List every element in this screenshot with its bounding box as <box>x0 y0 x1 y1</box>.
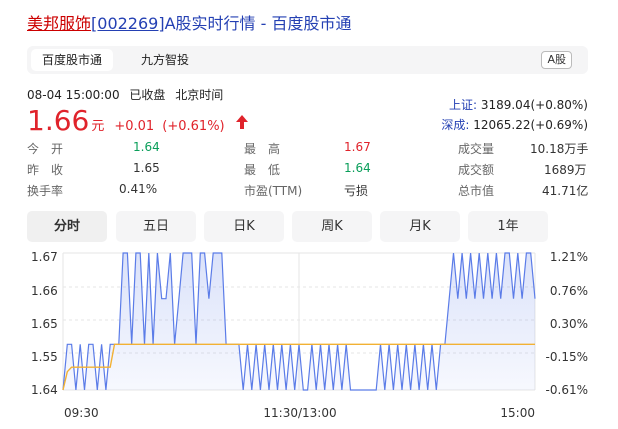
range-tab-1year[interactable]: 1年 <box>468 211 548 242</box>
current-price: 1.66 <box>27 104 90 137</box>
stat-market-cap: 总市值 41.71亿 <box>458 184 589 198</box>
page-title[interactable]: 美邦服饰[002269]A股实时行情 - 百度股市通 <box>27 10 351 34</box>
index-value: 12065.22(+0.69%) <box>473 118 588 132</box>
y-axis-price: 1.67 1.66 1.65 1.55 1.64 <box>31 250 58 397</box>
y-tick-label: 1.65 <box>31 317 58 331</box>
stat-turnover-rate: 换手率 0.41% <box>27 182 158 198</box>
index-value: 3189.04(+0.80%) <box>480 98 588 112</box>
range-tab-5day[interactable]: 五日 <box>116 211 196 242</box>
x-axis-time: 09:30 11:30/13:00 15:00 <box>64 406 535 420</box>
stat-low: 最 低 1.64 <box>244 161 371 177</box>
stat-pe-ttm: 市盈(TTM) 亏损 <box>244 184 369 198</box>
stat-open: 今 开 1.64 <box>27 140 160 156</box>
intraday-chart[interactable]: 1.67 1.66 1.65 1.55 1.64 1.21% 0.76% 0.3… <box>0 250 618 429</box>
tab-jiufang[interactable]: 九方智投 <box>130 49 200 71</box>
y-tick-label: 1.64 <box>31 383 58 397</box>
market-badge[interactable]: A股 <box>541 51 572 69</box>
source-tabbar: 百度股市通 九方智投 A股 <box>27 46 588 74</box>
index-label: 上证: <box>448 98 477 112</box>
y-pct-tick-label: 1.21% <box>550 250 588 264</box>
stat-volume: 成交量 10.18万手 <box>458 142 589 156</box>
stock-name-link[interactable]: 美邦服饰 <box>27 14 91 33</box>
x-tick-label: 15:00 <box>500 406 535 420</box>
index-shanghai[interactable]: 上证: 3189.04(+0.80%) <box>449 96 588 113</box>
x-tick-label: 09:30 <box>64 406 99 420</box>
trade-status: 08-04 15:00:00 已收盘 北京时间 <box>27 86 229 103</box>
price-quote: 1.66 元 +0.01 (+0.61%) <box>27 104 248 137</box>
up-arrow-icon <box>235 114 248 133</box>
range-tab-monthly[interactable]: 月K <box>380 211 460 242</box>
range-tabbar: 分时 五日 日K 周K 月K 1年 <box>27 211 588 242</box>
stat-turnover-amount: 成交额 1689万 <box>458 163 587 177</box>
y-axis-percent: 1.21% 0.76% 0.30% -0.15% -0.61% <box>546 250 588 397</box>
y-pct-tick-label: 0.30% <box>550 317 588 331</box>
stock-code-link[interactable]: [002269] <box>91 14 165 33</box>
stat-high: 最 高 1.67 <box>244 140 371 156</box>
price-change-pct: (+0.61%) <box>162 119 225 134</box>
x-tick-label: 11:30/13:00 <box>263 406 336 420</box>
y-pct-tick-label: 0.76% <box>550 284 588 298</box>
y-tick-label: 1.67 <box>31 250 58 264</box>
index-label: 深成: <box>441 118 470 132</box>
price-change: +0.01 <box>114 119 155 134</box>
status-state: 已收盘 <box>129 88 166 102</box>
status-time: 08-04 15:00:00 <box>27 88 120 102</box>
stat-prev-close: 昨 收 1.65 <box>27 161 160 177</box>
tab-baidu-stock[interactable]: 百度股市通 <box>31 49 114 71</box>
y-pct-tick-label: -0.61% <box>546 383 588 397</box>
range-tab-intraday[interactable]: 分时 <box>27 211 107 242</box>
index-shenzhen[interactable]: 深成: 12065.22(+0.69%) <box>441 116 588 133</box>
title-suffix: A股实时行情 - 百度股市通 <box>164 14 352 33</box>
y-tick-label: 1.66 <box>31 284 58 298</box>
range-tab-weekly[interactable]: 周K <box>292 211 372 242</box>
y-pct-tick-label: -0.15% <box>546 350 588 364</box>
price-unit: 元 <box>91 119 105 134</box>
range-tab-daily[interactable]: 日K <box>204 211 284 242</box>
status-timezone: 北京时间 <box>175 88 224 102</box>
y-tick-label: 1.55 <box>31 350 58 364</box>
